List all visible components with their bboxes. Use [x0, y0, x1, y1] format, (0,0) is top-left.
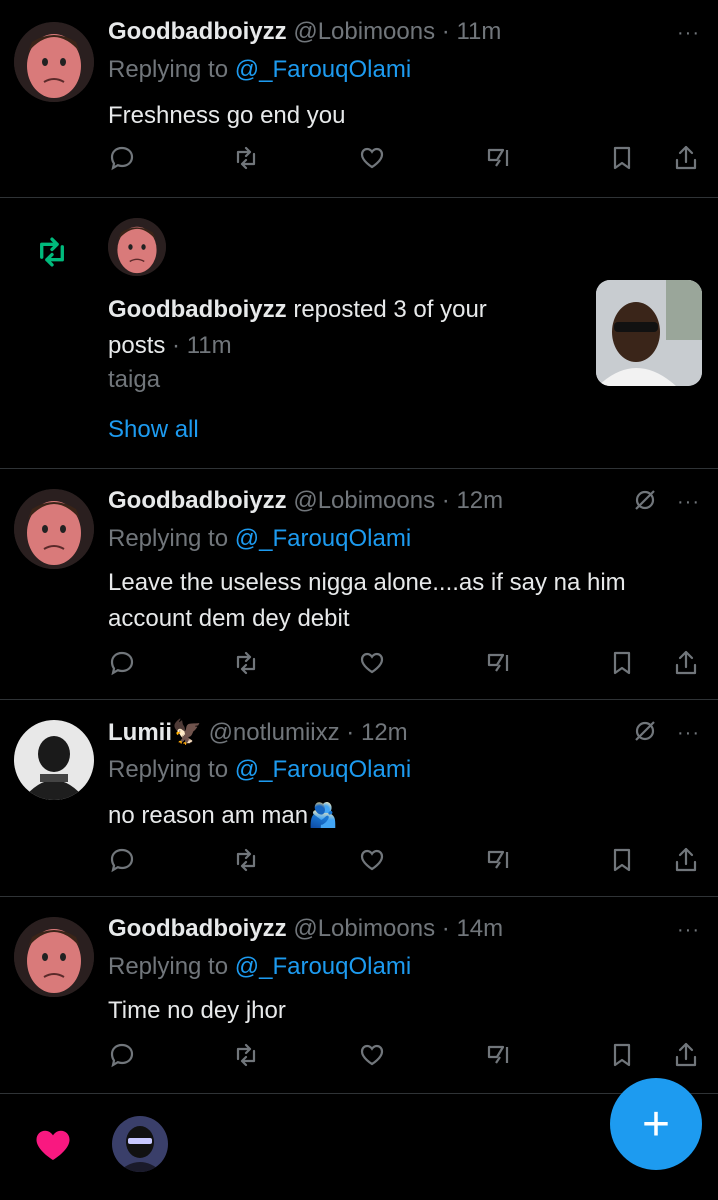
avatar[interactable]	[14, 917, 94, 997]
separator-dot: ·	[441, 487, 450, 514]
reply-icon[interactable]	[108, 649, 136, 677]
more-options-icon[interactable]: ···	[677, 491, 700, 514]
mention-link[interactable]: @_FarouqOlami	[235, 756, 411, 783]
bottom-activity-bar	[0, 1094, 718, 1200]
tweet-text: no reason am man🫂	[108, 802, 338, 829]
replying-to: Replying to @_FarouqOlami	[108, 756, 411, 784]
bookmark-icon[interactable]	[608, 846, 636, 874]
muted-icon[interactable]	[632, 487, 658, 513]
quoted-text: taiga	[108, 366, 161, 393]
tweet-header: Goodbadboiyzz @Lobimoons · 11m	[108, 18, 501, 46]
user-handle[interactable]: @Lobimoons	[293, 18, 435, 45]
tweet-actions	[108, 1041, 700, 1071]
grok-icon[interactable]	[484, 649, 512, 677]
muted-icon[interactable]	[632, 718, 658, 744]
timestamp: 11m	[186, 332, 232, 359]
timestamp[interactable]: 14m	[456, 915, 503, 942]
like-icon[interactable]	[358, 649, 386, 677]
heart-icon[interactable]	[32, 1124, 74, 1166]
more-options-icon[interactable]: ···	[677, 722, 700, 745]
repost-icon[interactable]	[232, 144, 260, 172]
share-icon[interactable]	[672, 846, 700, 874]
mention-link[interactable]: @_FarouqOlami	[235, 56, 411, 83]
replying-label: Replying to	[108, 953, 235, 980]
avatar[interactable]	[108, 218, 166, 276]
bookmark-icon[interactable]	[608, 649, 636, 677]
reply-icon[interactable]	[108, 1041, 136, 1069]
grok-icon[interactable]	[484, 846, 512, 874]
tweet-text: Time no dey jhor	[108, 997, 286, 1024]
tweet-header: Lumii🦅 @notlumiixz · 12m	[108, 718, 408, 747]
reply-icon[interactable]	[108, 846, 136, 874]
separator-dot: ·	[172, 332, 181, 359]
tweet-actions	[108, 144, 700, 174]
share-icon[interactable]	[672, 649, 700, 677]
grok-icon[interactable]	[484, 144, 512, 172]
display-name[interactable]: Lumii🦅	[108, 719, 202, 746]
replying-to: Replying to @_FarouqOlami	[108, 953, 411, 981]
separator-dot: ·	[346, 719, 355, 746]
tweet-text: Leave the useless nigga alone....as if s…	[108, 569, 626, 632]
avatar[interactable]	[112, 1116, 168, 1172]
repost-notification-icon	[34, 234, 70, 270]
show-all-link[interactable]: Show all	[108, 416, 199, 444]
like-icon[interactable]	[358, 1041, 386, 1069]
share-icon[interactable]	[672, 144, 700, 172]
post-thumbnail[interactable]	[596, 280, 702, 386]
avatar[interactable]	[14, 489, 94, 569]
compose-button[interactable]: +	[610, 1078, 702, 1170]
tweet-text: Freshness go end you	[108, 102, 346, 129]
repost-notification[interactable]: Goodbadboiyzz reposted 3 of your posts ·…	[0, 198, 718, 468]
timestamp[interactable]: 12m	[456, 487, 503, 514]
repost-text: Goodbadboiyzz reposted 3 of your posts ·…	[108, 292, 578, 364]
repost-text-suffix: reposted 3 of your	[286, 296, 487, 323]
display-name[interactable]: Goodbadboiyzz	[108, 915, 287, 942]
display-name[interactable]: Goodbadboiyzz	[108, 296, 287, 323]
reply-icon[interactable]	[108, 144, 136, 172]
separator-dot: ·	[441, 915, 450, 942]
like-icon[interactable]	[358, 846, 386, 874]
share-icon[interactable]	[672, 1041, 700, 1069]
replying-label: Replying to	[108, 56, 235, 83]
grok-icon[interactable]	[484, 1041, 512, 1069]
tweet-actions	[108, 846, 700, 876]
replying-to: Replying to @_FarouqOlami	[108, 525, 411, 553]
bookmark-icon[interactable]	[608, 1041, 636, 1069]
reply-tweet[interactable]: Goodbadboiyzz @Lobimoons · 12m ··· Reply…	[0, 469, 718, 699]
tweet-actions	[108, 649, 700, 679]
timestamp[interactable]: 12m	[361, 719, 408, 746]
tweet-header: Goodbadboiyzz @Lobimoons · 14m	[108, 915, 503, 943]
user-handle[interactable]: @notlumiixz	[209, 719, 340, 746]
avatar[interactable]	[14, 22, 94, 102]
replying-to: Replying to @_FarouqOlami	[108, 56, 411, 84]
more-options-icon[interactable]: ···	[677, 22, 700, 45]
user-handle[interactable]: @Lobimoons	[293, 487, 435, 514]
avatar[interactable]	[14, 720, 94, 800]
like-icon[interactable]	[358, 144, 386, 172]
user-handle[interactable]: @Lobimoons	[293, 915, 435, 942]
reply-tweet[interactable]: Goodbadboiyzz @Lobimoons · 14m ··· Reply…	[0, 897, 718, 1093]
display-name[interactable]: Goodbadboiyzz	[108, 18, 287, 45]
tweet-header: Goodbadboiyzz @Lobimoons · 12m	[108, 487, 503, 515]
display-name[interactable]: Goodbadboiyzz	[108, 487, 287, 514]
bookmark-icon[interactable]	[608, 144, 636, 172]
reply-tweet[interactable]: Lumii🦅 @notlumiixz · 12m ··· Replying to…	[0, 700, 718, 896]
repost-icon[interactable]	[232, 846, 260, 874]
replying-label: Replying to	[108, 525, 235, 552]
repost-text-line2: posts	[108, 332, 166, 359]
replying-label: Replying to	[108, 756, 235, 783]
more-options-icon[interactable]: ···	[677, 919, 700, 942]
reply-tweet[interactable]: Goodbadboiyzz @Lobimoons · 11m ··· Reply…	[0, 0, 718, 197]
repost-icon[interactable]	[232, 649, 260, 677]
mention-link[interactable]: @_FarouqOlami	[235, 525, 411, 552]
mention-link[interactable]: @_FarouqOlami	[235, 953, 411, 980]
separator-dot: ·	[441, 18, 450, 45]
repost-icon[interactable]	[232, 1041, 260, 1069]
timestamp[interactable]: 11m	[456, 18, 501, 45]
